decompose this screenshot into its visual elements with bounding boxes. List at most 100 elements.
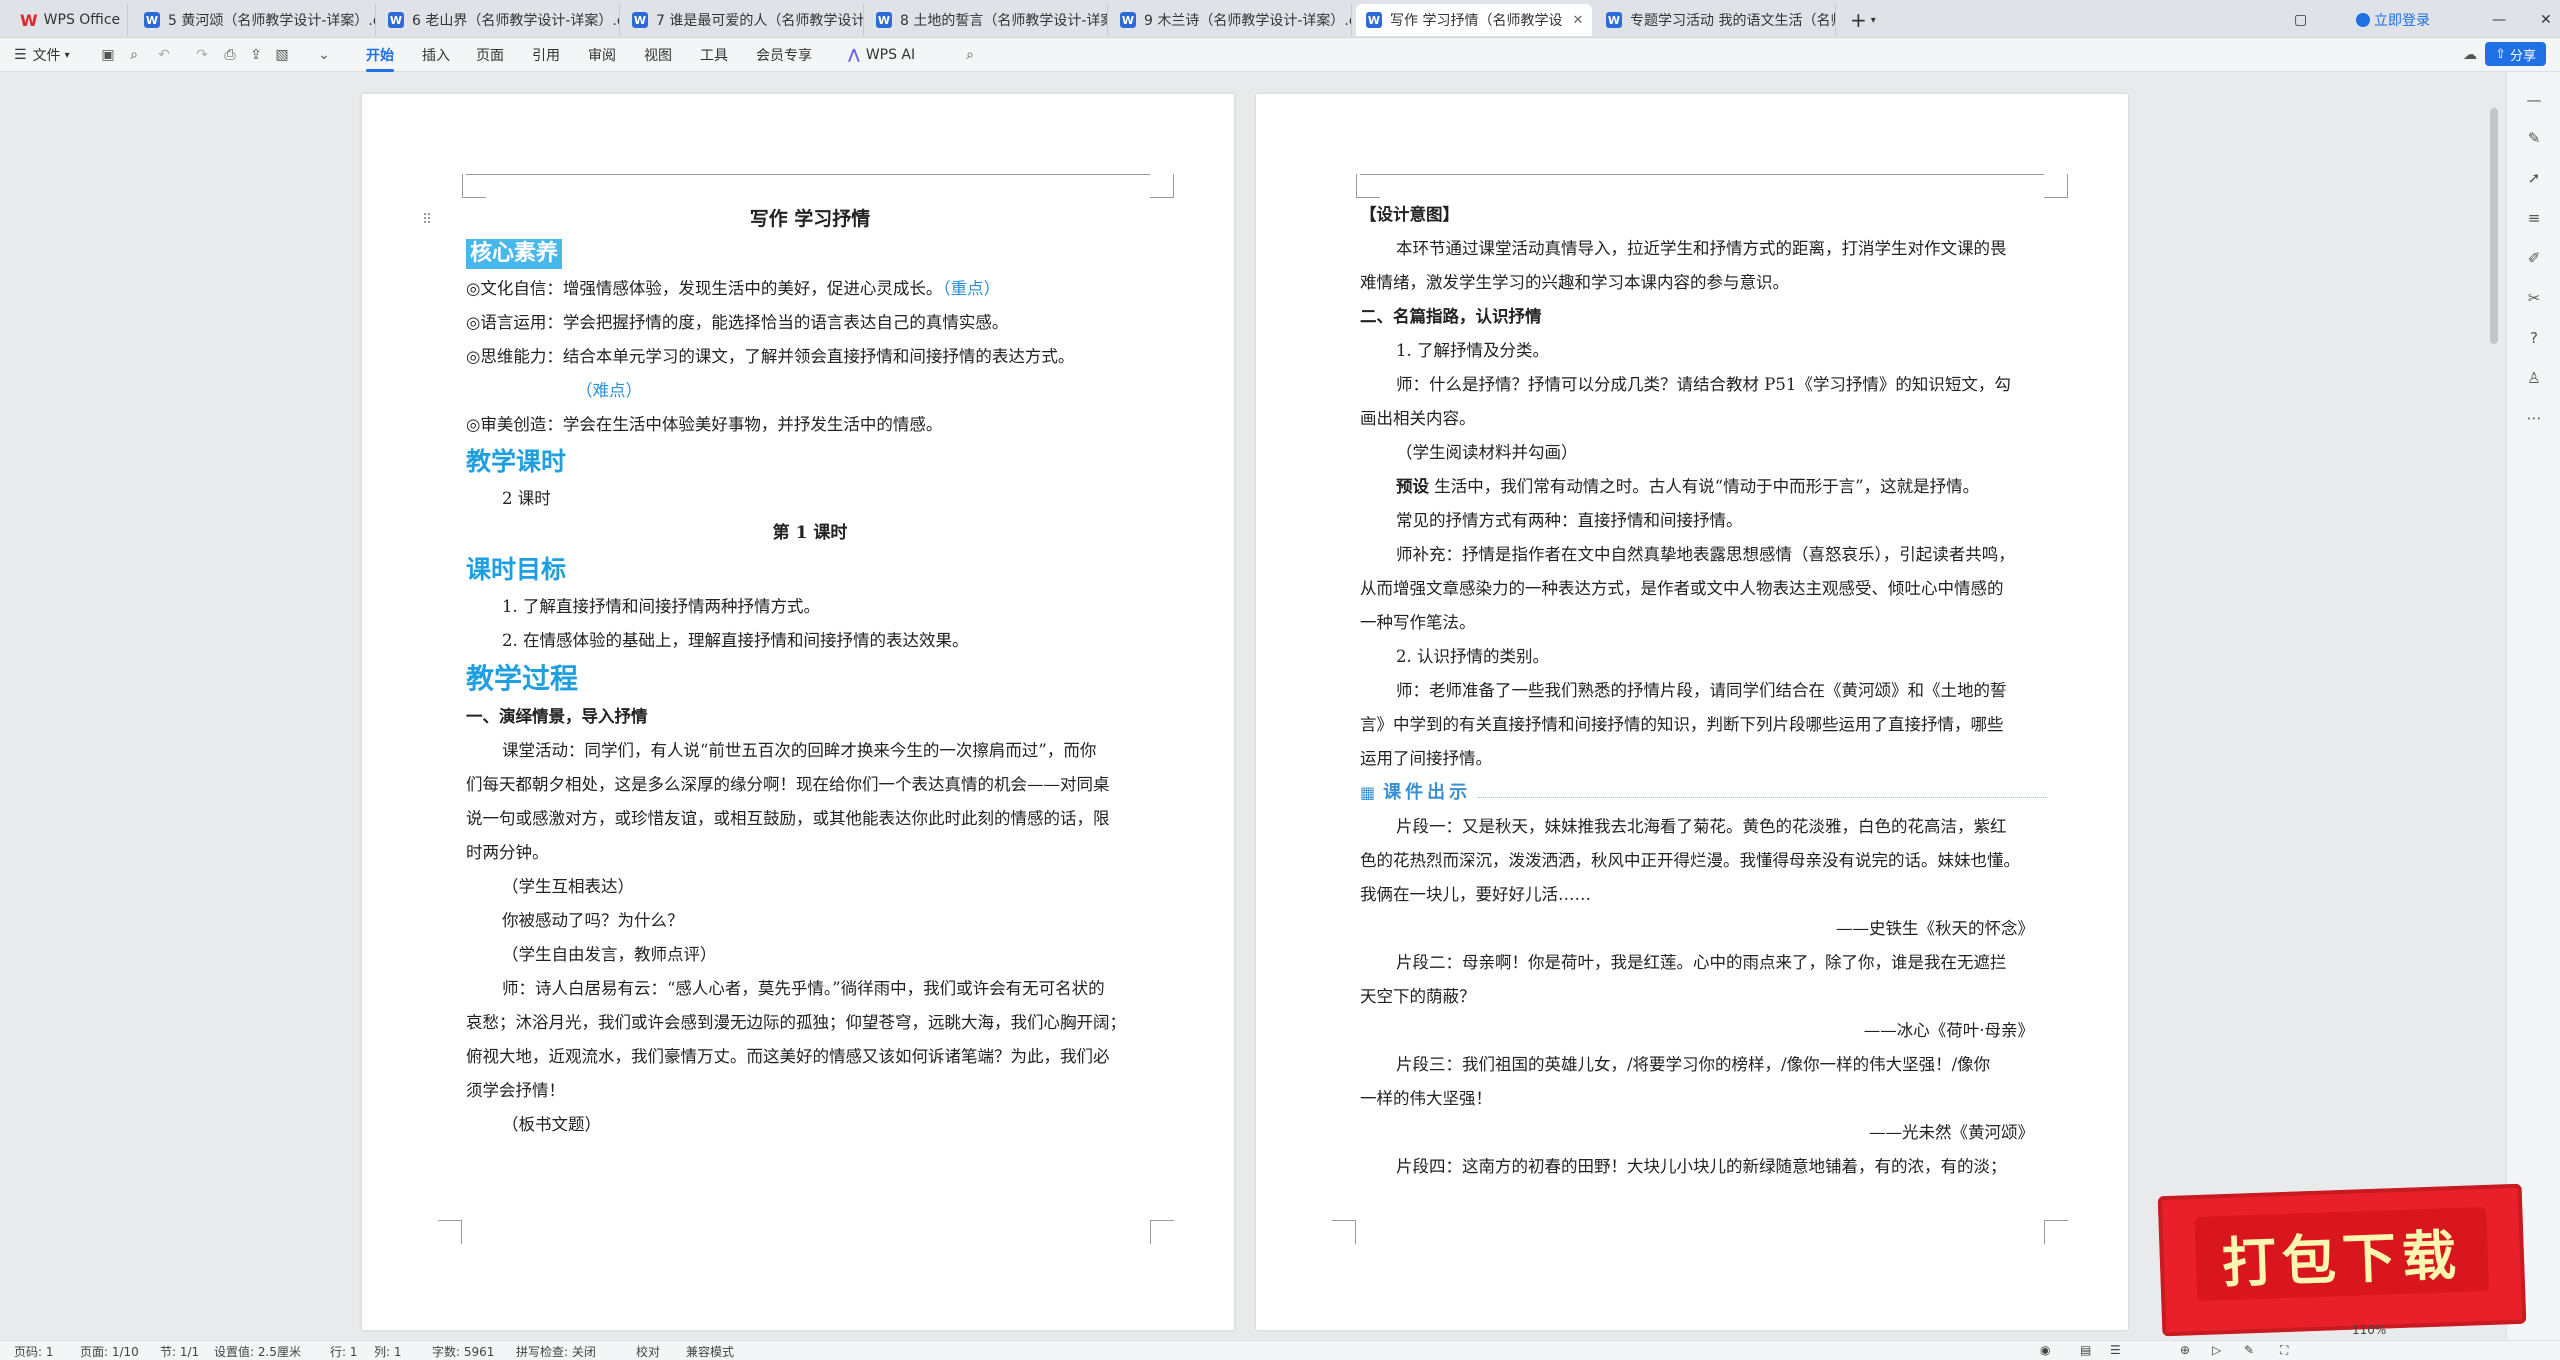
style-icon[interactable]: ✐ (2524, 248, 2544, 268)
more-icon[interactable]: ⋯ (2524, 408, 2544, 428)
paragraph-line: 运用了间接抒情。 (1360, 749, 1492, 768)
shirt-icon[interactable]: ♙ (2524, 368, 2544, 388)
core-item-thinking: ◎思维能力：结合本单元学习的课文，了解并领会直接抒情和间接抒情的表达方式。 (466, 347, 1075, 366)
tab-insert[interactable]: 插入 (422, 44, 450, 66)
close-tab-icon[interactable]: ✕ (1572, 13, 1583, 28)
tab-wps-home[interactable]: W WPS Office (10, 4, 128, 36)
vertical-scrollbar[interactable] (2490, 108, 2498, 344)
edit-view-icon[interactable]: ✎ (2244, 1343, 2254, 1357)
cursor-icon[interactable]: ➚ (2524, 168, 2544, 188)
tab-review[interactable]: 审阅 (588, 44, 616, 66)
paragraph-line: 从而增强文章感染力的一种表达方式，是作者或文中人物表达主观感受、倾吐心中情感的 (1360, 579, 2004, 598)
heading-lesson-goal: 课时目标 (466, 555, 567, 584)
tab-view[interactable]: 视图 (644, 44, 672, 66)
login-button[interactable]: 立即登录 (2346, 4, 2446, 36)
collapse-icon[interactable]: — (2524, 90, 2544, 110)
print-icon: ⎙ (224, 47, 236, 63)
tab-page[interactable]: 页面 (476, 44, 504, 66)
status-proof[interactable]: 校对 (636, 1343, 660, 1360)
fragment-line: 色的花热烈而深沉，泼泼洒洒，秋风中正开得烂漫。我懂得母亲没有说完的话。妹妹也懂。 (1360, 851, 2020, 870)
status-page: 页码: 1 (14, 1345, 54, 1359)
list-item: 1. 了解抒情及分类。 (1396, 341, 1549, 360)
status-setting: 设置值: 2.5厘米 (214, 1345, 301, 1359)
difficulty-note: （难点） (576, 381, 642, 400)
tab-doc-9[interactable]: W9 木兰诗（名师教学设计-详案）.doc (1110, 4, 1352, 36)
cloud-button[interactable]: ☁ (2462, 44, 2478, 66)
paragraph-line: 画出相关内容。 (1360, 409, 1476, 428)
core-item-culture: ◎文化自信：增强情感体验，发现生活中的美好，促进心灵成长。（重点） (466, 279, 1001, 298)
redo-button[interactable]: ↷ (194, 44, 210, 66)
header-line (466, 174, 1150, 175)
save-button[interactable]: ▣ (100, 44, 116, 66)
status-spellcheck[interactable]: 拼写检查: 关闭 (516, 1343, 596, 1360)
status-words[interactable]: 字数: 5961 (432, 1343, 494, 1360)
share-button[interactable]: ⇧ 分享 (2485, 42, 2546, 66)
format-painter-button[interactable]: ⌕ (126, 44, 142, 66)
paragraph-line: 难情绪，激发学生学习的兴趣和学习本课内容的参与意识。 (1360, 273, 1789, 292)
share-icon: ⇧ (2495, 46, 2506, 62)
format-icon[interactable]: ≡ (2524, 208, 2544, 228)
margin-corner (438, 1220, 462, 1244)
fragment-line: 片段四：这南方的初春的田野！大块儿小块儿的新绿随意地铺着，有的浓，有的淡； (1396, 1157, 2007, 1176)
more-tools-button[interactable]: ⌄ (316, 44, 332, 66)
new-tab-button[interactable]: + ▾ (1840, 4, 1888, 36)
help-icon[interactable]: ? (2524, 328, 2544, 348)
fragment-line: 我俩在一块儿，要好好儿活…… (1360, 885, 1591, 904)
tab-doc-6[interactable]: W6 老山界（名师教学设计-详案）.doc (378, 4, 620, 36)
tab-doc-5[interactable]: W5 黄河颂（名师教学设计-详案）.doc (134, 4, 376, 36)
menu-icon: ☰ (14, 47, 27, 63)
tab-member[interactable]: 会员专享 (756, 44, 812, 66)
export-button[interactable]: ⇪ (248, 44, 264, 66)
fit-icon[interactable]: ⛶ (2280, 1343, 2288, 1358)
paragraph-line: 俯视大地，近观流水，我们豪情万丈。而这美好的情感又该如何诉诸笔端？为此，我们必 (466, 1047, 1110, 1066)
drag-handle-icon[interactable]: ⠿ (422, 212, 432, 228)
paragraph-line: 一种写作笔法。 (1360, 613, 1476, 632)
document-page-2[interactable]: 【设计意图】 本环节通过课堂活动真情导入，拉近学生和抒情方式的距离，打消学生对作… (1256, 94, 2128, 1330)
paragraph-line: 本环节通过课堂活动真情导入，拉近学生和抒情方式的距离，打消学生对作文课的畏 (1396, 239, 2007, 258)
tab-doc-activity[interactable]: W 专题学习活动 我的语文生活（名师教 (1596, 4, 1836, 36)
tab-reference[interactable]: 引用 (532, 44, 560, 66)
close-icon: ✕ (2540, 12, 2552, 28)
file-menu[interactable]: ☰ 文件 ▾ (14, 44, 70, 66)
pen-icon[interactable]: ✎ (2524, 128, 2544, 148)
undo-button[interactable]: ↶ (156, 44, 172, 66)
redo-icon: ↷ (196, 47, 208, 63)
window-layout-button[interactable]: ▢ (2284, 4, 2308, 36)
tools-icon[interactable]: ✂ (2524, 288, 2544, 308)
close-window-button[interactable]: ✕ (2530, 4, 2554, 36)
image-icon: ▧ (275, 47, 289, 63)
minimize-icon: — (2492, 12, 2506, 28)
goal-item: 2. 在情感体验的基础上，理解直接抒情和间接抒情的表达效果。 (502, 631, 969, 650)
minimize-button[interactable]: — (2482, 4, 2506, 36)
user-icon (2356, 13, 2370, 27)
right-sidebar: — ✎ ➚ ≡ ✐ ✂ ? ♙ ⋯ (2506, 72, 2560, 1340)
page-view-icon[interactable]: ▤ (2080, 1343, 2091, 1357)
core-item-aesthetic: ◎审美创造：学会在生活中体验美好事物，并抒发生活中的情感。 (466, 415, 943, 434)
document-page-1[interactable]: ⠿ 写作 学习抒情 核心素养 ◎文化自信：增强情感体验，发现生活中的美好，促进心… (362, 94, 1234, 1330)
stage-note: （学生自由发言，教师点评） (502, 945, 717, 964)
margin-corner (2044, 1220, 2068, 1244)
tab-doc-8[interactable]: W8 土地的誓言（名师教学设计-详案） (866, 4, 1108, 36)
zoom-level[interactable]: 110% (2352, 1323, 2386, 1337)
print-button[interactable]: ⎙ (222, 44, 238, 66)
read-view-icon[interactable]: ▷ (2212, 1343, 2221, 1357)
page-1-body: 写作 学习抒情 核心素养 ◎文化自信：增强情感体验，发现生活中的美好，促进心灵成… (466, 202, 1154, 1142)
tab-active-doc[interactable]: W 写作 学习抒情（名师教学设 ✕ (1356, 4, 1592, 36)
wps-ai-button[interactable]: ⋀ WPS AI (848, 44, 915, 66)
margin-corner (462, 174, 486, 198)
outline-view-icon[interactable]: ☰ (2110, 1343, 2121, 1357)
web-view-icon[interactable]: ⊕ (2180, 1343, 2190, 1357)
tab-doc-7[interactable]: W7 谁是最可爱的人（名师教学设计-详 (622, 4, 864, 36)
word-doc-icon: W (1120, 12, 1136, 28)
search-button[interactable]: ⌕ (962, 44, 978, 66)
stage-note: （学生阅读材料并勾画） (1396, 443, 1578, 462)
status-row: 行: 1 (330, 1345, 358, 1359)
status-pages[interactable]: 页面: 1/10 (80, 1343, 139, 1360)
image-button[interactable]: ▧ (274, 44, 290, 66)
tab-home[interactable]: 开始 (366, 44, 394, 72)
download-banner[interactable]: 打包下载 (2157, 1183, 2527, 1337)
word-doc-icon: W (144, 12, 160, 28)
eye-icon[interactable]: ◉ (2040, 1343, 2050, 1357)
tab-tools[interactable]: 工具 (700, 44, 728, 66)
paragraph-line: 课堂活动：同学们，有人说“前世五百次的回眸才换来今生的一次擦肩而过”，而你 (502, 741, 1097, 760)
